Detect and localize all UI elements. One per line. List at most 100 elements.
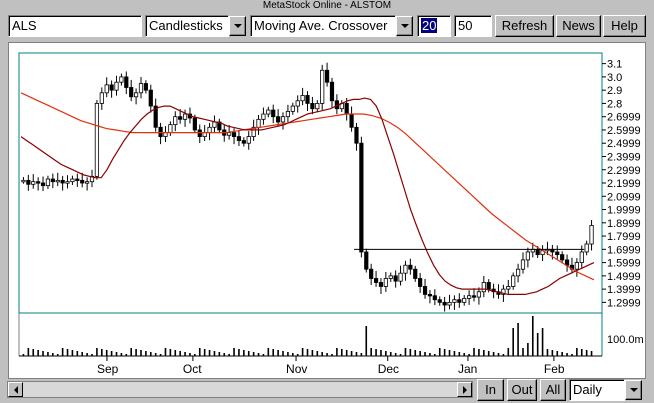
zoom-in-button[interactable]: In <box>477 379 504 401</box>
volume-bar <box>365 326 368 356</box>
volume-bar <box>321 352 323 356</box>
volume-bar <box>101 349 103 356</box>
volume-bar <box>561 352 563 356</box>
volume-bar <box>458 352 461 356</box>
candle-body <box>133 92 139 98</box>
candle-body <box>413 268 418 279</box>
volume-bar <box>585 350 588 356</box>
candle-body <box>70 178 75 183</box>
candle-body <box>227 132 232 136</box>
volume-bar <box>468 354 470 356</box>
candle-body <box>408 264 413 270</box>
candle-body <box>178 116 183 120</box>
x-tick-label: Sep <box>97 362 119 376</box>
volume-bar <box>409 349 412 356</box>
candle-body <box>168 124 173 133</box>
x-tick-label: Feb <box>544 362 565 376</box>
candle-body <box>535 248 540 256</box>
volume-bar <box>389 352 392 356</box>
volume-bar <box>61 348 64 356</box>
volume-bar <box>105 350 108 356</box>
news-button[interactable]: News <box>556 15 601 37</box>
candle-body <box>324 69 330 83</box>
y-tick-label: 2.1999 <box>607 178 641 190</box>
y-tick-label: 2.2999 <box>607 165 641 177</box>
candle-body <box>80 179 85 184</box>
volume-bar <box>434 354 436 356</box>
show-all-button[interactable]: All <box>540 379 566 401</box>
candle-body <box>373 278 379 283</box>
scroll-left-button[interactable] <box>8 382 23 397</box>
volume-bar <box>91 354 93 356</box>
volume-bar <box>145 351 147 356</box>
volume-bar <box>326 353 328 356</box>
param1-input[interactable]: 20 <box>417 15 451 37</box>
volume-bar <box>252 352 255 356</box>
volume-bar <box>257 353 260 356</box>
indicator-dropdown-button[interactable] <box>396 16 413 36</box>
candle-body <box>114 81 119 91</box>
volume-bar <box>380 350 382 356</box>
candle-body <box>442 301 447 306</box>
candle-body <box>354 126 359 144</box>
volume-bar <box>287 352 289 356</box>
y-tick-label: 1.7999 <box>607 231 641 243</box>
volume-bar <box>110 351 113 356</box>
candle-body <box>99 92 104 104</box>
y-tick-label: 1.8999 <box>607 218 641 230</box>
bottom-bar: In Out All Daily <box>0 378 654 403</box>
volume-bar <box>478 349 480 356</box>
volume-bar <box>238 349 240 356</box>
period-select[interactable]: Daily <box>569 379 625 401</box>
volume-bar <box>517 323 519 356</box>
volume-bar <box>571 354 573 356</box>
ma-fast-line <box>20 97 595 295</box>
y-axis: 3.13.02.92.8 2.69992.59992.49992.3999 2.29… <box>602 59 641 309</box>
chart-type-dropdown-button[interactable] <box>229 16 246 36</box>
candle-body <box>369 268 374 279</box>
volume-bar <box>272 349 275 356</box>
volume-bar <box>448 350 451 356</box>
candle-body <box>393 275 398 282</box>
candle-body <box>31 181 36 185</box>
candle-body <box>555 251 560 256</box>
candle-body <box>241 140 246 144</box>
zoom-out-button[interactable]: Out <box>507 379 537 401</box>
candle-body <box>476 291 482 298</box>
price-chart: 3.13.02.92.8 2.69992.59992.49992.3999 2.29… <box>18 52 644 376</box>
candle-body <box>388 275 393 279</box>
volume-bar <box>394 353 397 356</box>
param2-input[interactable]: 50 <box>454 15 492 37</box>
volume-bar <box>531 316 534 356</box>
volume-bar <box>213 351 216 356</box>
candle-body <box>364 251 369 270</box>
indicator-select[interactable]: Moving Ave. Crossover <box>250 15 396 37</box>
candle-body <box>560 254 565 261</box>
volume-bar <box>463 353 466 356</box>
candle-body <box>129 87 134 98</box>
candle-body <box>506 286 511 290</box>
period-dropdown-button[interactable] <box>625 380 642 400</box>
horizontal-scrollbar[interactable] <box>7 381 473 398</box>
candle-body <box>143 83 148 91</box>
chart-type-select[interactable]: Candlesticks <box>145 15 229 37</box>
candle-body <box>383 278 388 287</box>
candle-body <box>75 178 80 181</box>
candles <box>21 62 594 312</box>
candle-body <box>418 278 423 287</box>
chart-area[interactable]: 3.1 3.0 2.9 2.8 2.6999 2.5999 2.4999 2.3999 2.29… <box>8 42 646 379</box>
candle-body <box>148 89 153 107</box>
candle-body <box>437 299 442 303</box>
scroll-right-button[interactable] <box>457 382 472 397</box>
candle-body <box>589 225 594 245</box>
candle-body <box>471 295 477 298</box>
refresh-button[interactable]: Refresh <box>495 15 554 37</box>
candle-body <box>344 103 349 115</box>
candle-body <box>398 272 403 282</box>
volume-bar <box>483 350 485 356</box>
help-button[interactable]: Help <box>603 15 646 37</box>
symbol-input[interactable]: ALS <box>8 15 142 37</box>
volume-bar <box>404 348 407 356</box>
candle-body <box>197 129 202 137</box>
volume-bar <box>130 348 132 356</box>
